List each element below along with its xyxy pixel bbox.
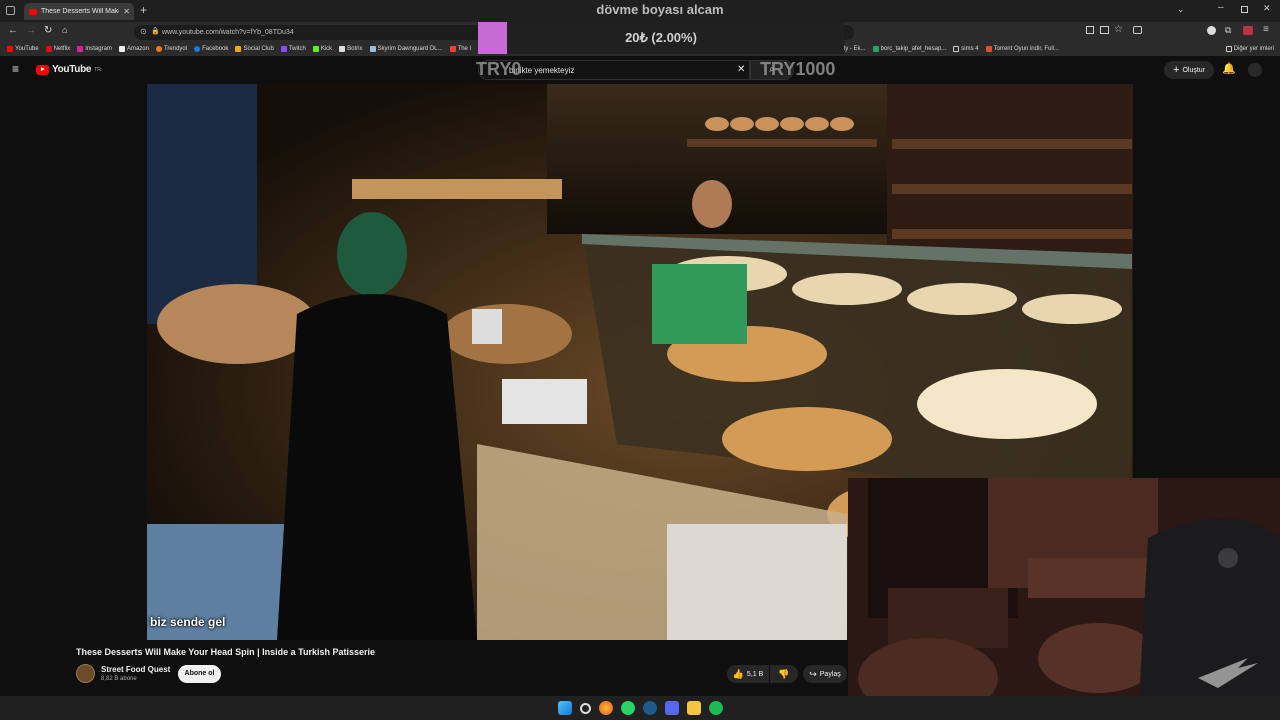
bookmark-botrix[interactable]: Botrix — [339, 46, 363, 52]
bookmark-facebook[interactable]: Facebook — [194, 46, 228, 52]
site-info-icon[interactable]: ⊙ — [140, 27, 147, 36]
subscriber-count: 8,82 B abone — [101, 676, 137, 682]
amazon-icon — [118, 46, 125, 52]
facebook-icon — [194, 46, 201, 52]
bookmark-netflix[interactable]: Netflix — [45, 46, 70, 52]
goal-end-label: TRY1000 — [760, 59, 836, 79]
netflix-icon — [45, 46, 52, 52]
goal-start-label: TRY0 — [476, 59, 522, 79]
bookmark-instagram[interactable]: Instagram — [77, 46, 112, 52]
file-explorer-icon[interactable] — [686, 701, 701, 715]
donation-goal-title: dövme boyası alcam — [596, 2, 724, 17]
webcam-overlay — [848, 478, 1280, 720]
bookmark-borc[interactable]: borc_takip_afet_hesap... — [872, 46, 946, 52]
other-bookmarks[interactable]: Diğer yer imleri — [1225, 46, 1274, 52]
clear-search-icon[interactable]: ✕ — [737, 64, 745, 75]
subscribe-button[interactable]: Abone ol — [178, 665, 221, 683]
avatar[interactable] — [1248, 63, 1262, 77]
close-tab-icon[interactable]: ✕ — [123, 7, 134, 16]
bookmark-youtube[interactable]: YouTube — [7, 46, 39, 52]
channel-name[interactable]: Street Food Quest — [101, 665, 170, 674]
thumbs-down-icon: 👎 — [778, 669, 790, 679]
screenshot-icon[interactable] — [1133, 26, 1142, 34]
extension-badge-icon[interactable] — [1243, 26, 1253, 35]
close-window-button[interactable]: ✕ — [1263, 3, 1271, 14]
bookmark-social-club[interactable]: Social Club — [235, 46, 274, 52]
share-button[interactable]: ↪ Paylaş — [803, 665, 847, 683]
back-button[interactable]: ← — [8, 25, 18, 36]
thumbs-up-icon: 👍 — [732, 668, 744, 679]
dislike-button[interactable]: 👎 — [770, 665, 798, 683]
donation-amount: 20₺ (2.00%) — [625, 30, 697, 45]
steam-icon[interactable] — [642, 701, 657, 715]
profile-icon[interactable] — [1207, 26, 1216, 35]
search-icon[interactable] — [579, 702, 591, 714]
botrix-icon — [339, 46, 346, 52]
discord-icon[interactable] — [664, 701, 679, 715]
video-title: These Desserts Will Make Your Head Spin … — [76, 647, 376, 657]
reload-button[interactable]: ↻ — [44, 25, 52, 36]
youtube-logo[interactable]: YouTube TR — [36, 64, 101, 75]
instagram-icon — [77, 46, 84, 52]
plus-icon: + — [1173, 64, 1180, 76]
like-button[interactable]: 👍 5,1 B — [727, 665, 769, 683]
whatsapp-icon[interactable] — [620, 701, 635, 715]
chat-text: : toplandık biz sende gel — [147, 615, 226, 629]
tab-search-icon[interactable]: ⌄ — [1177, 4, 1185, 15]
minimize-button[interactable]: – — [1218, 2, 1224, 13]
tab-title: These Desserts Will Make Your — [41, 8, 119, 15]
maximize-button[interactable] — [1241, 6, 1248, 13]
chat-message: waddellUllr : toplandık biz sende gel — [147, 615, 225, 629]
home-icon[interactable]: ⌂ — [62, 25, 67, 35]
browser-tab-active[interactable]: These Desserts Will Make Your ✕ — [24, 3, 134, 20]
twitch-icon — [280, 46, 287, 52]
bookmark-torrent[interactable]: Torrent Oyun indir, Full... — [985, 46, 1059, 52]
forward-button[interactable]: → — [26, 25, 36, 36]
skyrim-icon — [369, 46, 376, 52]
youtube-play-icon — [36, 64, 49, 75]
youtube-favicon-icon — [29, 8, 37, 15]
folder-icon — [1225, 46, 1232, 52]
sheets-icon — [872, 46, 879, 52]
torrent-icon — [985, 46, 992, 52]
firefox-icon[interactable] — [598, 701, 613, 715]
menu-icon[interactable]: ≡ — [1263, 24, 1269, 35]
notifications-bell-icon[interactable]: 🔔 — [1222, 62, 1236, 75]
hamburger-menu-icon[interactable]: ≡ — [12, 62, 19, 76]
bookmark-twitch[interactable]: Twitch — [280, 46, 306, 52]
folder-icon — [953, 46, 960, 52]
trendyol-icon — [155, 46, 162, 52]
channel-avatar[interactable] — [76, 664, 95, 683]
donation-progress-bar: 20₺ (2.00%) — [478, 22, 844, 54]
create-button[interactable]: + Oluştur — [1164, 61, 1214, 79]
share-icon: ↪ — [809, 668, 817, 679]
bookmark-star-icon[interactable]: ☆ — [1114, 24, 1123, 35]
youtube-icon — [7, 46, 13, 52]
tab-list-icon[interactable] — [6, 6, 15, 15]
bookmark-sims[interactable]: sims 4 — [953, 46, 979, 52]
pip-icon[interactable] — [1100, 26, 1109, 34]
kick-icon — [312, 46, 319, 52]
extensions-icon[interactable]: ⧉ — [1225, 25, 1231, 36]
spotify-icon[interactable] — [708, 701, 723, 715]
bookmark-trendyol[interactable]: Trendyol — [155, 46, 187, 52]
windows-start-icon[interactable] — [557, 701, 572, 715]
bookmark-amazon[interactable]: Amazon — [118, 46, 149, 52]
new-tab-button[interactable]: + — [140, 3, 147, 17]
url-text: www.youtube.com/watch?v=fYb_08TDu34 — [162, 29, 294, 36]
windows-taskbar — [0, 696, 1280, 720]
bookmark-the[interactable]: The I — [449, 46, 471, 52]
social-club-icon — [235, 46, 242, 52]
webcam-scene — [848, 478, 1280, 720]
lock-icon: 🔒 — [151, 28, 160, 35]
reader-mode-icon[interactable] — [1086, 26, 1094, 34]
bookmark-skyrim[interactable]: Skyrim Dawnguard DL... — [369, 46, 443, 52]
youtube-header: ≡ YouTube TR birlikte yemekteyiz ✕ ⌕ + O… — [0, 56, 1280, 84]
bookmark-red-icon — [449, 46, 456, 52]
bookmark-kick[interactable]: Kick — [312, 46, 332, 52]
